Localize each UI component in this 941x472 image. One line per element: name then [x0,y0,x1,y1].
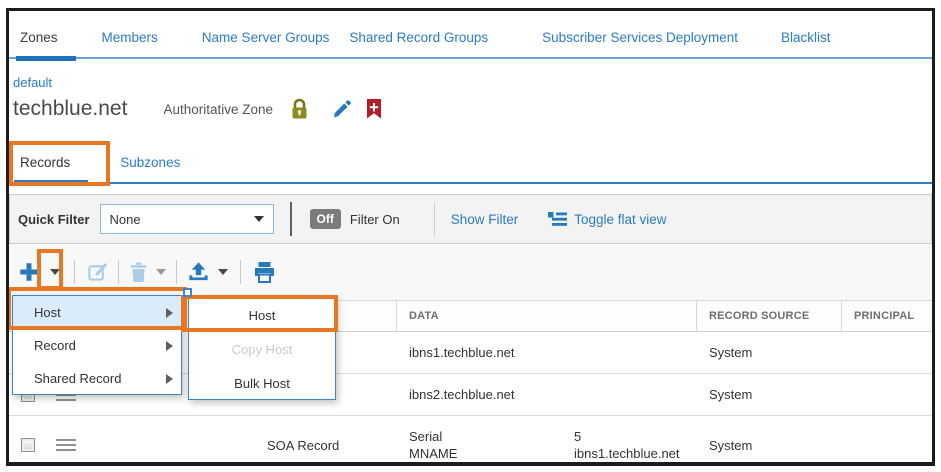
add-context-menu: Host Record Shared Record [12,295,182,395]
tab-blacklist[interactable]: Blacklist [781,30,831,45]
cell-record-source: System [697,332,842,373]
bookmark-add-icon[interactable] [366,99,382,119]
submenu-item-bulk-host[interactable]: Bulk Host [189,366,335,400]
tab-zones[interactable]: Zones [20,30,58,45]
quick-filter-selected-value: None [110,212,141,227]
quick-filter-bar: Quick Filter None Off Filter On Show Fil… [9,194,932,244]
app-window: Zones Members Name Server Groups Shared … [6,8,935,466]
cell-principal [842,416,932,466]
page-title: techblue.net [13,97,127,121]
filter-on-label: Filter On [350,212,400,227]
tab-name-server-groups[interactable]: Name Server Groups [202,30,330,45]
table-row: SOA Record Serial5 MNAMEibns1.techblue.n… [9,416,932,466]
submenu-connector-notch [183,288,192,297]
tab-subzones[interactable]: Subzones [120,155,180,170]
caret-down-icon [254,216,264,222]
menu-item-record[interactable]: Record [13,329,181,362]
cell-name [91,416,267,466]
breadcrumb[interactable]: default [13,75,52,90]
cell-type: SOA Record [267,416,397,466]
cell-data: ibns2.techblue.net [397,374,697,415]
submenu-arrow-icon [166,374,173,384]
import-export-button[interactable] [187,261,210,283]
divider [290,202,292,236]
submenu-item-copy-host: Copy Host [189,332,335,366]
top-tab-bar: Zones Members Name Server Groups Shared … [9,17,932,59]
delete-dropdown-caret[interactable] [156,269,166,275]
flat-view-icon[interactable] [548,211,567,227]
records-toolbar [9,244,932,300]
sub-tab-bar: Records Subzones [9,142,932,184]
cell-principal [842,332,932,373]
host-submenu: Host Copy Host Bulk Host [188,297,336,400]
print-button[interactable] [253,261,276,283]
header-record-source[interactable]: RECORD SOURCE [697,301,842,331]
edit-record-button-disabled[interactable] [87,262,108,283]
zone-type-label: Authoritative Zone [163,102,273,117]
divider [176,260,177,284]
header-data[interactable]: DATA [397,301,697,331]
lock-icon [289,98,310,120]
tab-members[interactable]: Members [102,30,158,45]
add-record-button[interactable] [18,261,40,283]
show-filter-link[interactable]: Show Filter [451,212,519,227]
quick-filter-label: Quick Filter [18,212,90,227]
delete-record-button-disabled[interactable] [129,262,148,283]
cell-principal [842,374,932,415]
submenu-item-host[interactable]: Host [189,298,335,332]
zone-title-row: techblue.net Authoritative Zone [13,93,382,125]
menu-item-shared-record[interactable]: Shared Record [13,362,181,395]
add-record-dropdown-caret[interactable] [50,269,60,275]
divider [118,260,119,284]
filter-off-toggle[interactable]: Off [310,209,341,229]
tab-shared-record-groups[interactable]: Shared Record Groups [349,30,488,45]
cell-data: ibns1.techblue.net [397,332,697,373]
import-export-dropdown-caret[interactable] [218,269,228,275]
tab-records[interactable]: Records [20,155,70,170]
divider [240,260,241,284]
submenu-arrow-icon [166,341,173,351]
row-checkbox[interactable] [21,438,35,452]
submenu-arrow-icon [166,308,173,318]
divider [434,202,435,236]
cell-record-source: System [697,416,842,466]
divider [74,260,75,284]
menu-item-host[interactable]: Host [13,296,181,329]
edit-zone-pencil-icon[interactable] [332,99,352,119]
cell-data: Serial5 MNAMEibns1.techblue.net [397,416,697,466]
toggle-flat-view-link[interactable]: Toggle flat view [574,212,666,227]
quick-filter-select[interactable]: None [100,204,274,234]
drag-handle-icon[interactable] [56,439,76,451]
tab-subscriber-services-deployment[interactable]: Subscriber Services Deployment [542,30,738,45]
cell-record-source: System [697,374,842,415]
header-principal[interactable]: PRINCIPAL [842,301,932,331]
